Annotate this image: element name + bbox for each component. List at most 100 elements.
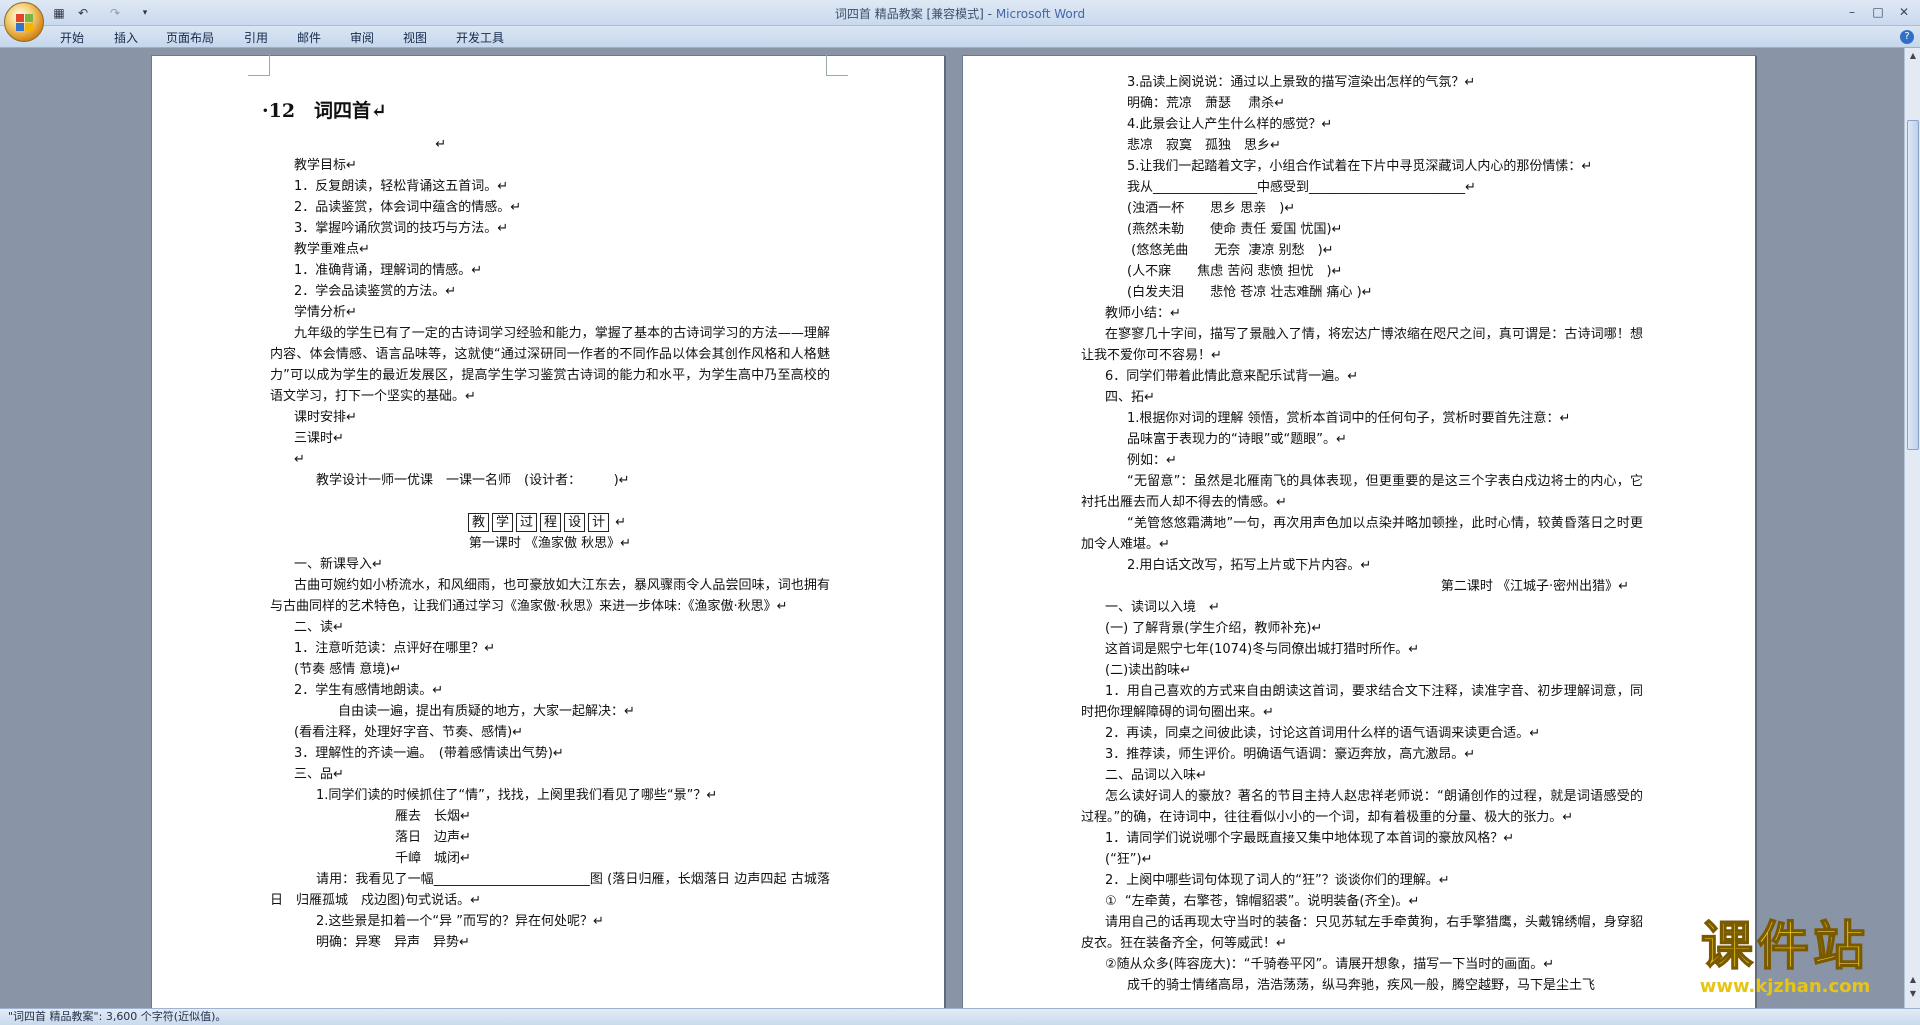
status-bar: "词四首 精品教案": 3,600 个字符(近似值)。 (0, 1008, 1920, 1025)
paragraph[interactable]: 在寥寥几十字间，描写了景融入了情，将宏达广博浓缩在咫尺之间，真可谓是：古诗词哪！… (1081, 324, 1643, 366)
paragraph[interactable]: 学情分析↵ (270, 302, 830, 323)
tab-developer[interactable]: 开发工具 (456, 29, 504, 46)
tab-view[interactable]: 视图 (403, 29, 427, 46)
tab-page-layout[interactable]: 页面布局 (166, 29, 214, 46)
paragraph[interactable]: 千嶂 城闭↵ (270, 848, 830, 869)
paragraph[interactable]: 2.这些景是扣着一个“异 ”而写的？异在何处呢？↵ (270, 911, 830, 932)
paragraph[interactable] (270, 491, 830, 512)
paragraph[interactable]: (白发夫泪 悲怆 苍凉 壮志难酬 痛心 )↵ (1081, 282, 1643, 303)
paragraph[interactable]: 3．理解性的齐读一遍。 (带着感情读出气势)↵ (270, 743, 830, 764)
boxed-char: 设 (564, 513, 586, 532)
right-page-content[interactable]: 3.品读上阕说说：通过以上景致的描写渲染出怎样的气氛？↵ 明确：荒凉 萧瑟 肃杀↵… (1081, 72, 1643, 996)
vertical-scrollbar[interactable]: ▲ ▲ ▼ (1904, 48, 1920, 1008)
paragraph[interactable]: 2．品读鉴赏，体会词中蕴含的情感。↵ (270, 197, 830, 218)
paragraph[interactable]: 四、拓↵ (1081, 387, 1643, 408)
paragraph[interactable]: 2．再读，同桌之间彼此读，讨论这首词用什么样的语气语调来读更合适。↵ (1081, 723, 1643, 744)
paragraph[interactable]: 1．准确背诵，理解词的情感。↵ (270, 260, 830, 281)
paragraph[interactable]: (浊酒一杯 思乡 思亲 )↵ (1081, 198, 1643, 219)
paragraph[interactable]: 3．推荐读，师生评价。明确语气语调：豪迈奔放，高亢激昂。↵ (1081, 744, 1643, 765)
paragraph[interactable]: 古曲可婉约如小桥流水，和风细雨，也可豪放如大江东去，暴风骤雨令人品尝回味，词也拥… (270, 575, 830, 617)
paragraph[interactable]: 2.用白话文改写，拓写上片或下片内容。↵ (1081, 555, 1643, 576)
paragraph[interactable]: 三课时↵ (270, 428, 830, 449)
paragraph[interactable]: 1．用自己喜欢的方式来自由朗读这首词，要求结合文下注释，读准字音、初步理解词意，… (1081, 681, 1643, 723)
paragraph[interactable]: ↵ (270, 449, 830, 470)
paragraph[interactable]: 4.此景会让人产生什么样的感觉？↵ (1081, 114, 1643, 135)
document-workspace[interactable]: ·12 词四首↵ ↵ 教学目标↵ 1．反复朗读，轻松背诵这五首词。↵ 2．品读鉴赏，体… (0, 48, 1920, 1008)
paragraph[interactable]: 明确：异寒 异声 异势↵ (270, 932, 830, 953)
paragraph[interactable]: 九年级的学生已有了一定的古诗词学习经验和能力，掌握了基本的古诗词学习的方法——理… (270, 323, 830, 407)
tab-home[interactable]: 开始 (60, 29, 84, 46)
paragraph[interactable]: 1．反复朗读，轻松背诵这五首词。↵ (270, 176, 830, 197)
paragraph[interactable]: (节奏 感情 意境)↵ (270, 659, 830, 680)
paragraph[interactable]: 二、品词以入味↵ (1081, 765, 1643, 786)
document-page-right[interactable]: 3.品读上阕说说：通过以上景致的描写渲染出怎样的气氛？↵ 明确：荒凉 萧瑟 肃杀↵… (963, 56, 1755, 1008)
watermark-url: www.kjzhan.com (1699, 976, 1871, 997)
paragraph[interactable]: 一、新课导入↵ (270, 554, 830, 575)
paragraph[interactable]: 3.品读上阕说说：通过以上景致的描写渲染出怎样的气氛？↵ (1081, 72, 1643, 93)
minimize-icon[interactable]: – (1840, 3, 1864, 21)
paragraph[interactable]: 1．请同学们说说哪个字最既直接又集中地体现了本首词的豪放风格？↵ (1081, 828, 1643, 849)
document-page-left[interactable]: ·12 词四首↵ ↵ 教学目标↵ 1．反复朗读，轻松背诵这五首词。↵ 2．品读鉴赏，体… (152, 54, 944, 1008)
office-button[interactable] (4, 2, 44, 42)
paragraph[interactable]: 教学设计一师一优课 一课一名师 (设计者： )↵ (270, 470, 830, 491)
tab-insert[interactable]: 插入 (114, 29, 138, 46)
title-bar: ▦ ↶ ↷ ▾ 词四首 精品教案 [兼容模式] - Microsoft Word… (0, 0, 1920, 42)
paragraph[interactable]: 请用自己的话再现太守当时的装备：只见苏轼左手牵黄狗，右手擎猎鹰，头戴锦绣帽，身穿… (1081, 912, 1643, 954)
paragraph[interactable]: (燕然未勒 使命 责任 爱国 忧国)↵ (1081, 219, 1643, 240)
paragraph[interactable]: 5.让我们一起踏着文字，小组合作试着在下片中寻觅深藏词人内心的那份情愫：↵ (1081, 156, 1643, 177)
paragraph[interactable]: 第二课时 《江城子·密州出猎》↵ (1081, 576, 1643, 597)
paragraph[interactable]: 雁去 长烟↵ (270, 806, 830, 827)
paragraph[interactable]: 1.根据你对词的理解 领悟，赏析本首词中的任何句子，赏析时要首先注意：↵ (1081, 408, 1643, 429)
paragraph[interactable]: 明确：荒凉 萧瑟 肃杀↵ (1081, 93, 1643, 114)
paragraph[interactable]: (看看注释，处理好字音、节奏、感情)↵ (270, 722, 830, 743)
paragraph[interactable]: 成千的骑士情绪高昂，浩浩荡荡，纵马奔驰，疾风一般，腾空越野，马下是尘土飞 (1081, 975, 1643, 996)
watermark-logo: 课件站 www.kjzhan.com (1660, 917, 1910, 1004)
paragraph[interactable]: 这首词是熙宁七年(1074)冬与同僚出城打猎时所作。↵ (1081, 639, 1643, 660)
scroll-thumb[interactable] (1907, 120, 1919, 450)
close-icon[interactable]: ✕ (1892, 3, 1916, 21)
margin-corner (248, 54, 270, 76)
paragraph[interactable]: 1.同学们读的时候抓住了“情”，找找，上阕里我们看见了哪些“景”？↵ (270, 785, 830, 806)
paragraph[interactable]: 自由读一遍，提出有质疑的地方，大家一起解决：↵ (270, 701, 830, 722)
paragraph[interactable]: 2．学会品读鉴赏的方法。↵ (270, 281, 830, 302)
restore-icon[interactable]: □ (1866, 3, 1890, 21)
tab-references[interactable]: 引用 (244, 29, 268, 46)
left-page-content[interactable]: ·12 词四首↵ ↵ 教学目标↵ 1．反复朗读，轻松背诵这五首词。↵ 2．品读鉴赏，体… (262, 92, 830, 953)
paragraph[interactable]: 6．同学们带着此情此意来配乐试背一遍。↵ (1081, 366, 1643, 387)
scroll-up-icon[interactable]: ▲ (1907, 50, 1919, 62)
paragraph[interactable]: (人不寐 焦虑 苦闷 悲愤 担忧 )↵ (1081, 261, 1643, 282)
paragraph[interactable]: “无留意”：虽然是北雁南飞的具体表现，但更重要的是这三个字表白戍边将士的内心，它… (1081, 471, 1643, 513)
tab-review[interactable]: 审阅 (350, 29, 374, 46)
paragraph[interactable]: 3．掌握吟诵欣赏词的技巧与方法。↵ (270, 218, 830, 239)
tab-mailings[interactable]: 邮件 (297, 29, 321, 46)
paragraph[interactable]: ① “左牵黄，右擎苍，锦帽貂裘”。说明装备(齐全)。↵ (1081, 891, 1643, 912)
paragraph[interactable]: 请用：我看见了一幅________________________图 (落日归雁… (270, 869, 830, 911)
paragraph[interactable]: 2．上阕中哪些词句体现了词人的“狂”？谈谈你们的理解。↵ (1081, 870, 1643, 891)
paragraph[interactable]: (二)读出韵味↵ (1081, 660, 1643, 681)
paragraph[interactable]: 2．学生有感情地朗读。↵ (270, 680, 830, 701)
paragraph[interactable]: 课时安排↵ (270, 407, 830, 428)
window-title: 词四首 精品教案 [兼容模式] - Microsoft Word (834, 7, 1086, 21)
paragraph[interactable]: (“狂”)↵ (1081, 849, 1643, 870)
paragraph[interactable]: 落日 边声↵ (270, 827, 830, 848)
paragraph[interactable]: 一、读词以入境 ↵ (1081, 597, 1643, 618)
paragraph[interactable]: “羌管悠悠霜满地”一句，再次用声色加以点染并略加顿挫，此时心情，较黄昏落日之时更… (1081, 513, 1643, 555)
paragraph[interactable]: 我从________________中感受到__________________… (1081, 177, 1643, 198)
paragraph[interactable]: 怎么读好词人的豪放？著名的节目主持人赵忠祥老师说：“朗诵创作的过程，就是词语感受… (1081, 786, 1643, 828)
paragraph[interactable]: (一) 了解背景(学生介绍，教师补充)↵ (1081, 618, 1643, 639)
paragraph[interactable]: ↵ (270, 134, 830, 155)
help-icon[interactable]: ? (1900, 30, 1914, 44)
paragraph[interactable]: (悠悠羌曲 无奈 凄凉 别愁 )↵ (1081, 240, 1643, 261)
paragraph[interactable]: 教师小结：↵ (1081, 303, 1643, 324)
paragraph[interactable]: ②随从众多(阵容庞大)：“千骑卷平冈”。请展开想象，描写一下当时的画面。↵ (1081, 954, 1643, 975)
paragraph[interactable]: 教学重难点↵ (270, 239, 830, 260)
paragraph[interactable]: 第一课时 《渔家傲 秋思》↵ (270, 533, 830, 554)
paragraph[interactable]: 悲凉 寂寞 孤独 思乡↵ (1081, 135, 1643, 156)
paragraph[interactable]: 1．注意听范读：点评好在哪里？↵ (270, 638, 830, 659)
paragraph[interactable]: 三、品↵ (270, 764, 830, 785)
paragraph[interactable]: 教学目标↵ (270, 155, 830, 176)
paragraph[interactable]: 例如：↵ (1081, 450, 1643, 471)
paragraph[interactable]: 二、读↵ (270, 617, 830, 638)
document-title: ·12 词四首↵ (262, 100, 387, 122)
paragraph[interactable]: 品味富于表现力的“诗眼”或“题眼”。↵ (1081, 429, 1643, 450)
